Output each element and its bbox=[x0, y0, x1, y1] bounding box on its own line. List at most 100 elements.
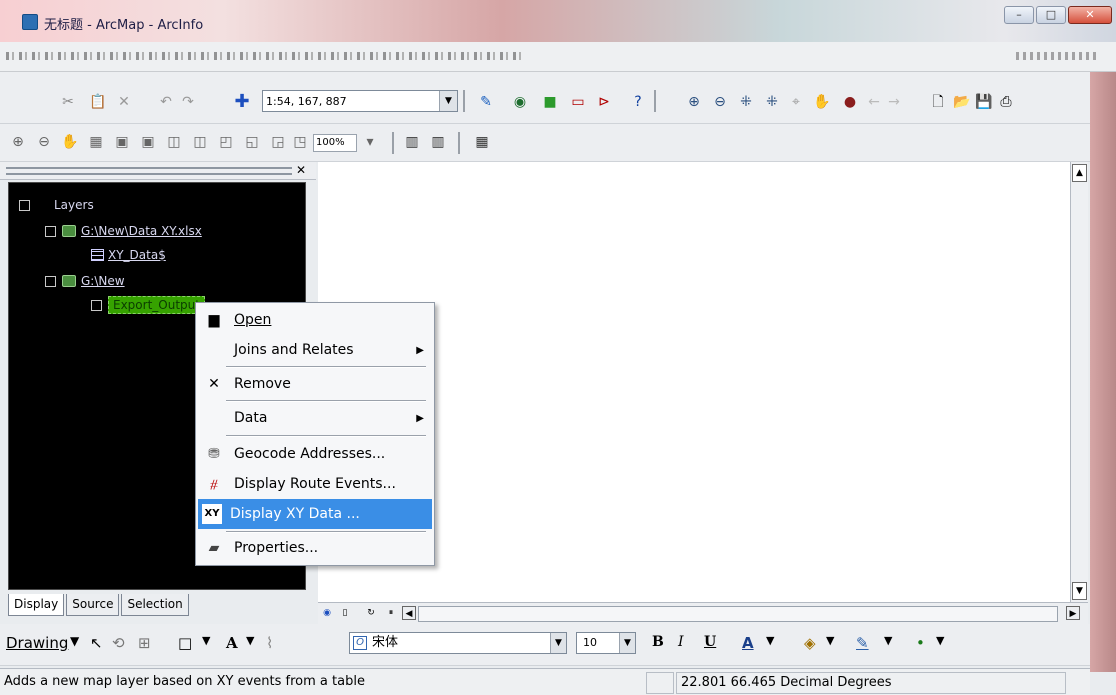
expand-toggle[interactable] bbox=[19, 199, 30, 211]
scroll-right-icon[interactable]: ▶ bbox=[1066, 606, 1080, 620]
data-view-button[interactable]: ◉ bbox=[320, 606, 334, 620]
toc-group-1[interactable]: G:\New\Data XY.xlsx bbox=[45, 223, 202, 239]
model-builder-icon[interactable]: ⊳ bbox=[594, 92, 614, 112]
drawing-menu-button[interactable]: Drawing bbox=[6, 634, 68, 652]
map-scale-input[interactable] bbox=[263, 91, 433, 111]
menu-item-joins-relates[interactable]: Joins and Relates ▶ bbox=[198, 335, 432, 365]
focus-data-frame-icon[interactable]: ◱ bbox=[242, 132, 262, 152]
zoom-100-icon[interactable]: ▣ bbox=[112, 132, 132, 152]
italic-button[interactable]: I bbox=[678, 634, 684, 650]
new-text-icon[interactable]: A bbox=[226, 634, 238, 652]
help-search[interactable] bbox=[1016, 52, 1096, 60]
expand-toggle[interactable] bbox=[45, 275, 56, 287]
open-document-icon[interactable]: 📂 bbox=[952, 92, 972, 112]
font-color-icon[interactable]: A bbox=[742, 634, 754, 652]
layout-view-button[interactable]: ▯ bbox=[338, 606, 352, 620]
scroll-up-icon[interactable]: ▲ bbox=[1072, 164, 1087, 182]
fixed-layout-zoom-icon[interactable]: ▣ bbox=[138, 132, 158, 152]
menu-bar[interactable] bbox=[0, 42, 1116, 72]
text-dropdown-icon[interactable]: ▼ bbox=[246, 634, 254, 647]
fill-color-dropdown-icon[interactable]: ▼ bbox=[826, 634, 834, 647]
menu-items[interactable] bbox=[6, 52, 526, 60]
toolbox-icon[interactable]: ■ bbox=[540, 92, 560, 112]
tab-display[interactable]: Display bbox=[8, 594, 65, 616]
scroll-left-icon[interactable]: ◀ bbox=[402, 606, 416, 620]
whats-this-icon[interactable]: ? bbox=[628, 92, 648, 112]
drawing-dropdown-icon[interactable]: ▼ bbox=[70, 634, 79, 648]
font-size-combo[interactable]: 10 ▼ bbox=[576, 632, 636, 654]
menu-item-route-events[interactable]: ⧣ Display Route Events... bbox=[198, 469, 432, 499]
pause-drawing-icon[interactable]: ⏸ bbox=[384, 606, 398, 620]
full-extent-icon[interactable]: ● bbox=[840, 92, 860, 112]
zoom-out-icon[interactable]: ⊖ bbox=[710, 92, 730, 112]
toc-table-row-selected[interactable]: Export_Output bbox=[91, 296, 205, 314]
layout-back-icon[interactable]: ◫ bbox=[164, 132, 184, 152]
print-icon[interactable]: ⎙ bbox=[996, 92, 1016, 112]
tab-source[interactable]: Source bbox=[66, 594, 120, 616]
tab-selection[interactable]: Selection bbox=[121, 594, 189, 616]
minimize-button[interactable]: – bbox=[1004, 6, 1034, 24]
rectangle-icon[interactable]: □ bbox=[178, 634, 192, 652]
layout-forward-icon[interactable]: ◫ bbox=[190, 132, 210, 152]
underline-button[interactable]: U bbox=[704, 634, 716, 650]
data-view-icon[interactable]: ▥ bbox=[428, 132, 448, 152]
scale-dropdown-icon[interactable]: ▼ bbox=[439, 91, 457, 111]
identify-icon[interactable]: ⌖ bbox=[786, 92, 806, 112]
toc-drag-handle[interactable] bbox=[6, 167, 292, 175]
layout-pan-icon[interactable]: ✋ bbox=[60, 132, 80, 152]
bold-button[interactable]: B bbox=[652, 634, 664, 650]
font-name-value[interactable]: 宋体 bbox=[372, 635, 398, 650]
map-scale-box[interactable]: ▼ bbox=[262, 90, 458, 112]
zoom-in-icon[interactable]: ⊕ bbox=[684, 92, 704, 112]
save-icon[interactable]: 💾 bbox=[974, 92, 994, 112]
rotate-icon[interactable]: ⟲ bbox=[112, 634, 125, 652]
menu-item-data[interactable]: Data ▶ bbox=[198, 403, 432, 433]
zoom-percent-box[interactable]: 100% bbox=[313, 134, 357, 152]
delete-icon[interactable]: ✕ bbox=[114, 92, 134, 112]
layout-view-icon[interactable]: ▥ bbox=[402, 132, 422, 152]
marker-color-dropdown-icon[interactable]: ▼ bbox=[936, 634, 944, 647]
data-driven-pages-icon[interactable]: ◳ bbox=[290, 132, 310, 152]
font-size-dropdown-icon[interactable]: ▼ bbox=[619, 633, 635, 653]
paste-icon[interactable]: 📋 bbox=[88, 92, 108, 112]
toc-table-label[interactable]: XY_Data$ bbox=[108, 248, 166, 262]
menu-item-open[interactable]: ▆ Open bbox=[198, 305, 432, 335]
line-color-icon[interactable]: ✎ bbox=[856, 634, 869, 652]
toc-table-label[interactable]: Export_Output bbox=[108, 296, 205, 314]
expand-toggle[interactable] bbox=[45, 225, 56, 237]
toggle-draft-mode-icon[interactable]: ◰ bbox=[216, 132, 236, 152]
editor-icon[interactable]: ✎ bbox=[476, 92, 496, 112]
undo-icon[interactable]: ↶ bbox=[156, 92, 176, 112]
toc-group-2[interactable]: G:\New bbox=[45, 273, 125, 289]
vertical-scrollbar[interactable]: ▲ ▼ bbox=[1070, 162, 1088, 602]
redo-icon[interactable]: ↷ bbox=[178, 92, 198, 112]
menu-item-remove[interactable]: ✕ Remove bbox=[198, 369, 432, 399]
zoom-percent-dropdown-icon[interactable]: ▾ bbox=[360, 132, 380, 152]
font-size-value[interactable]: 10 bbox=[583, 636, 597, 649]
toc-group-label[interactable]: G:\New bbox=[81, 274, 125, 288]
toc-group-label[interactable]: G:\New\Data XY.xlsx bbox=[81, 224, 202, 238]
font-dropdown-icon[interactable]: ▼ bbox=[550, 633, 566, 653]
shape-dropdown-icon[interactable]: ▼ bbox=[202, 634, 210, 647]
fixed-zoom-in-icon[interactable]: ⁜ bbox=[736, 92, 756, 112]
back-extent-icon[interactable]: ← bbox=[864, 92, 884, 112]
grid-icon[interactable]: ▦ bbox=[472, 132, 492, 152]
zoom-to-elements-icon[interactable]: ⊞ bbox=[138, 634, 151, 652]
font-name-combo[interactable]: O 宋体 ▼ bbox=[349, 632, 567, 654]
select-elements-icon[interactable]: ↖ bbox=[90, 634, 103, 652]
scroll-down-icon[interactable]: ▼ bbox=[1072, 582, 1087, 600]
toc-close-button[interactable]: ✕ bbox=[294, 163, 308, 177]
layer-context-menu[interactable]: ▆ Open Joins and Relates ▶ ✕ Remove Data… bbox=[195, 302, 435, 566]
zoom-whole-page-icon[interactable]: ▦ bbox=[86, 132, 106, 152]
menu-item-properties[interactable]: ▰ Properties... bbox=[198, 533, 432, 563]
close-button[interactable]: ✕ bbox=[1068, 6, 1112, 24]
fixed-zoom-out-icon[interactable]: ⁜ bbox=[762, 92, 782, 112]
layout-zoom-in-icon[interactable]: ⊕ bbox=[8, 132, 28, 152]
forward-extent-icon[interactable]: → bbox=[884, 92, 904, 112]
new-document-icon[interactable]: 🗋 bbox=[928, 92, 948, 112]
pan-icon[interactable]: ✋ bbox=[812, 92, 832, 112]
fill-color-icon[interactable]: ◈ bbox=[804, 634, 816, 652]
cut-icon[interactable]: ✂ bbox=[58, 92, 78, 112]
edit-vertices-icon[interactable]: ⌇ bbox=[266, 634, 273, 652]
menu-item-geocode[interactable]: ⛃ Geocode Addresses... bbox=[198, 439, 432, 469]
